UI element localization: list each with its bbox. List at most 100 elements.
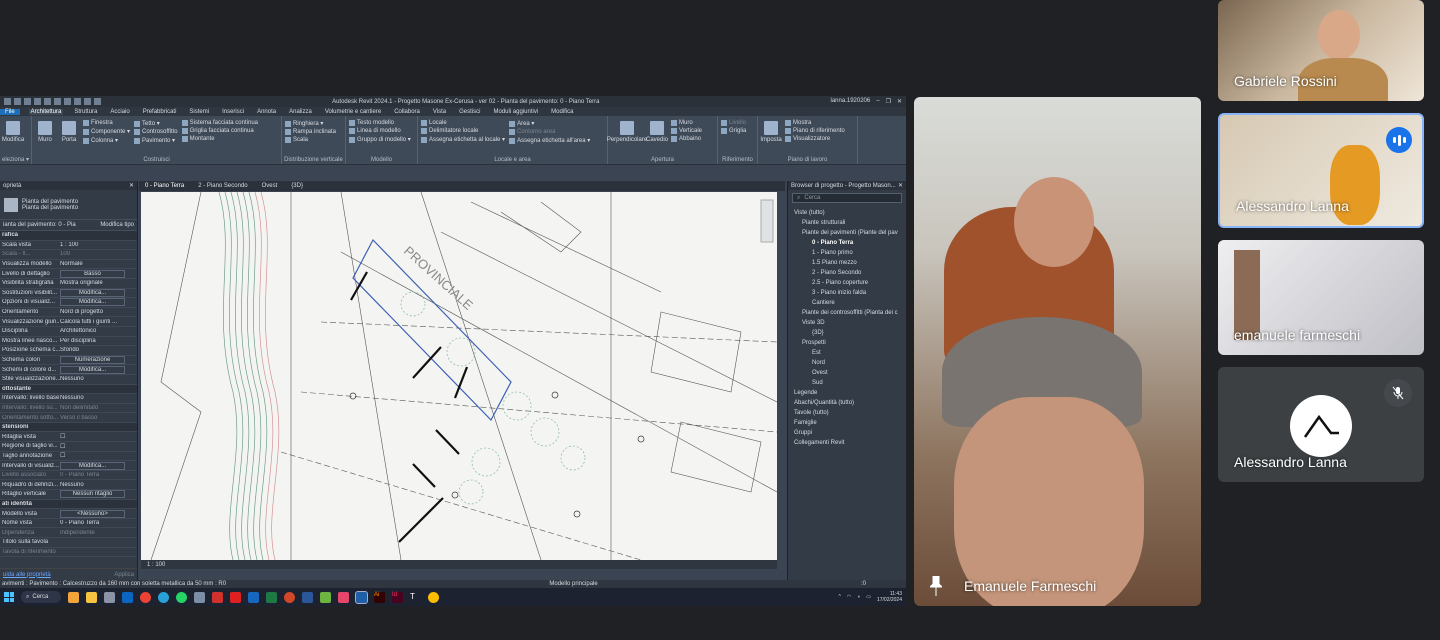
status-model[interactable]: Modello principale xyxy=(549,581,597,587)
minimize-icon[interactable]: – xyxy=(876,98,879,105)
linkedin-icon[interactable] xyxy=(122,591,133,603)
view-control-bar[interactable]: 1 : 100 xyxy=(141,560,777,569)
quick-access-toolbar[interactable] xyxy=(4,98,101,105)
chrome-icon[interactable] xyxy=(428,591,439,603)
view-tab[interactable]: 0 - Piano Terra xyxy=(145,183,184,189)
browser-item[interactable]: 1.5 Piano mezzo xyxy=(792,258,902,268)
property-value[interactable]: 0 - Piano Terra xyxy=(60,520,137,526)
perpendicular-button[interactable]: Perpendicolare xyxy=(607,118,647,162)
property-value[interactable]: Nord di progetto xyxy=(60,309,137,315)
property-value[interactable]: Modifica... xyxy=(60,461,125,470)
property-value[interactable]: 0 - Piano Terra xyxy=(60,472,137,478)
browser-item[interactable]: Sud xyxy=(792,378,902,388)
browser-item[interactable]: Viste (tutto) xyxy=(792,208,902,218)
door-button[interactable]: Porta xyxy=(59,118,79,162)
ribbon-tab[interactable]: Moduli aggiuntivi xyxy=(491,109,540,115)
ribbon-tab[interactable]: Annota xyxy=(255,109,278,115)
wall-button[interactable]: Muro xyxy=(35,118,55,162)
presenter-video-tile[interactable]: Emanuele Farmeschi xyxy=(914,97,1201,606)
indesign-icon[interactable]: Id xyxy=(392,591,403,603)
view-tab[interactable]: {3D} xyxy=(291,183,303,189)
property-row[interactable]: Visualizzazione giun... Calcola tutti i g… xyxy=(0,317,137,327)
browser-item[interactable]: Piante dei pavimenti (Piante del pav xyxy=(792,228,902,238)
property-row[interactable]: Schemi di colore d... Modifica... xyxy=(0,365,137,375)
browser-item[interactable]: Prospetti xyxy=(792,338,902,348)
property-value[interactable]: Sfondo xyxy=(60,347,137,353)
participant-tile[interactable]: Gabriele Rossini xyxy=(1218,0,1424,101)
property-value[interactable]: Normale xyxy=(60,261,137,267)
browser-item[interactable]: Tavole (tutto) xyxy=(792,408,902,418)
property-value[interactable]: Nessuno xyxy=(60,395,137,401)
property-row[interactable]: Posizione schema c... Sfondo xyxy=(0,346,137,356)
property-row[interactable]: Stile visualizzazione... Nessuno xyxy=(0,375,137,385)
file-explorer-icon[interactable] xyxy=(86,591,97,603)
property-row[interactable]: Opzioni di visualiz... Modifica... xyxy=(0,298,137,308)
browser-item[interactable]: Piante dei controsoffitti (Pianta dei c xyxy=(792,308,902,318)
property-row[interactable]: Scala vista 1 : 100 xyxy=(0,241,137,251)
ribbon-tab[interactable]: Architettura xyxy=(28,108,64,115)
property-row[interactable]: Regione di taglio vi... ☐ xyxy=(0,442,137,452)
app-icon[interactable] xyxy=(338,591,349,603)
property-value[interactable]: 100 xyxy=(60,251,137,257)
ribbon-tab[interactable]: Collabora xyxy=(392,109,422,115)
ribbon-tab[interactable]: Struttura xyxy=(72,109,99,115)
system-tray[interactable]: ^ ◠ ◖ ▭ 11:43 17/02/2024 xyxy=(838,591,902,603)
close-icon[interactable]: ✕ xyxy=(897,98,902,105)
app-icon[interactable] xyxy=(194,591,205,603)
browser-item[interactable]: Famiglie xyxy=(792,418,902,428)
participant-tile[interactable]: Alessandro Lanna xyxy=(1218,367,1424,482)
property-value[interactable]: Nessun ritaglio xyxy=(60,490,125,499)
property-section[interactable]: ottostante xyxy=(0,384,137,395)
property-value[interactable]: Mostra originale xyxy=(60,280,137,286)
ribbon-tab[interactable]: Modifica xyxy=(549,109,575,115)
browser-item[interactable]: Piante strutturali xyxy=(792,218,902,228)
build-tools-1[interactable]: Finestra Componente ▾ Colonna ▾ xyxy=(83,118,130,162)
browser-item[interactable]: 2.5 - Piano coperture xyxy=(792,278,902,288)
acrobat-icon[interactable] xyxy=(230,591,241,603)
typora-icon[interactable]: T xyxy=(410,591,421,603)
word-icon[interactable] xyxy=(302,591,313,603)
property-row[interactable]: Livello di dettaglio Basso xyxy=(0,269,137,279)
property-value[interactable]: Architettonico xyxy=(60,328,137,334)
property-row[interactable]: Livello associato 0 - Piano Terra xyxy=(0,471,137,481)
ribbon-tab[interactable]: Prefabbricati xyxy=(141,109,179,115)
view-tab[interactable]: Ovest xyxy=(262,183,278,189)
view-tab[interactable]: 2 - Piano Secondo xyxy=(198,183,247,189)
property-value[interactable]: Modifica... xyxy=(60,365,125,374)
user-name[interactable]: lanna.1920206 xyxy=(831,98,871,105)
view-scale[interactable]: 1 : 100 xyxy=(147,562,165,568)
shaft-button[interactable]: Cavedio xyxy=(646,118,668,162)
property-value[interactable]: Modifica... xyxy=(60,298,125,307)
browser-item[interactable]: 0 - Piano Terra xyxy=(792,238,902,248)
property-row[interactable]: Taglio annotazione ☐ xyxy=(0,452,137,462)
outlook-icon[interactable] xyxy=(248,591,259,603)
properties-help-link[interactable]: uida alle proprietà xyxy=(3,572,51,578)
shared-screen[interactable]: Autodesk Revit 2024.1 - Progetto Masone … xyxy=(0,96,906,606)
property-value[interactable]: Modifica... xyxy=(60,288,125,297)
ribbon-tab[interactable]: File xyxy=(0,108,20,115)
property-row[interactable]: Schema colori Numerazione xyxy=(0,356,137,366)
property-row[interactable]: Visualizza modello Normale xyxy=(0,260,137,270)
revit-icon[interactable] xyxy=(355,590,368,604)
whatsapp-icon[interactable] xyxy=(176,591,187,603)
property-row[interactable]: Ritaglio verticale Nessun ritaglio xyxy=(0,490,137,500)
property-value[interactable]: 1 : 100 xyxy=(60,242,137,248)
pin-icon[interactable] xyxy=(930,576,942,596)
browser-item[interactable]: 1 - Piano primo xyxy=(792,248,902,258)
browser-item[interactable]: Legende xyxy=(792,388,902,398)
property-row[interactable]: Riquadro di definizi... Nessuno xyxy=(0,480,137,491)
window-controls[interactable]: lanna.1920206– ❐ ✕ xyxy=(831,98,902,105)
close-icon[interactable]: ✕ xyxy=(898,182,903,189)
browser-item[interactable]: Est xyxy=(792,348,902,358)
taskbar-search[interactable]: ⌕ Cerca xyxy=(21,591,61,603)
property-section[interactable]: stensioni xyxy=(0,422,137,433)
ribbon-tab[interactable]: Inserisci xyxy=(220,109,246,115)
property-row[interactable]: Modello vista <Nessuno> xyxy=(0,509,137,519)
property-row[interactable]: Orientamento Nord di progetto xyxy=(0,308,137,318)
property-value[interactable]: Nessuno xyxy=(60,376,137,382)
chrome-icon[interactable] xyxy=(140,591,151,603)
property-value[interactable]: Numerazione xyxy=(60,356,125,365)
browser-search[interactable]: ⌕ Cerca xyxy=(792,193,902,203)
edit-type-button[interactable]: Modifica tipo xyxy=(100,222,134,228)
property-value[interactable]: Calcola tutti i giunti ... xyxy=(60,319,137,325)
